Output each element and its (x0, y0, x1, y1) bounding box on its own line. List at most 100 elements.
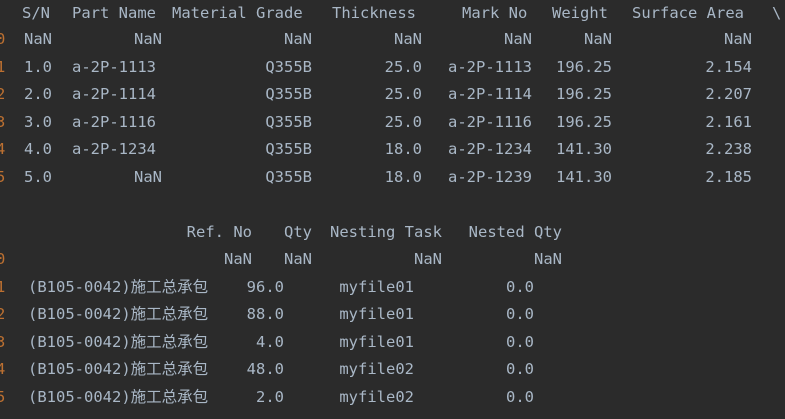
table-cell: 0.0 (506, 278, 534, 296)
row-index: 5 (0, 388, 6, 406)
row-index: 4 (0, 360, 6, 378)
table1-header-surface: Surface Area (632, 4, 744, 22)
table2-header-qty: Qty (284, 223, 312, 241)
table-cell: 196.25 (556, 113, 612, 131)
table-cell: NaN (134, 168, 162, 186)
table-cell: 2.0 (256, 388, 284, 406)
row-index: 1 (0, 278, 6, 296)
table-cell: 4.0 (256, 333, 284, 351)
table-cell: NaN (724, 30, 752, 48)
table-cell: 3.0 (24, 113, 52, 131)
table1-row: 3 3.0 a-2P-1116 Q355B 25.0 a-2P-1116 196… (0, 109, 785, 137)
table-cell: 5.0 (24, 168, 52, 186)
table-cell: NaN (224, 250, 252, 268)
table-cell: myfile01 (339, 333, 414, 351)
table-cell: a-2P-1114 (72, 85, 156, 103)
table1-row: 1 1.0 a-2P-1113 Q355B 25.0 a-2P-1113 196… (0, 54, 785, 82)
console-output: S/N Part Name Material Grade Thickness M… (0, 0, 785, 419)
table-cell: NaN (24, 30, 52, 48)
table-cell: 196.25 (556, 85, 612, 103)
table-cell: (B105-0042)施工总承包 (28, 360, 209, 378)
table-cell: Q355B (265, 85, 312, 103)
table-cell: Q355B (265, 140, 312, 158)
table-cell: 2.207 (705, 85, 752, 103)
table-cell: myfile02 (339, 388, 414, 406)
table-cell: myfile01 (339, 305, 414, 323)
table1-nan-row: 0 NaN NaN NaN NaN NaN NaN NaN (0, 26, 785, 54)
table2-nan-index: 0 (0, 250, 6, 268)
table-cell: a-2P-1116 (448, 113, 532, 131)
table-cell: a-2P-1239 (448, 168, 532, 186)
table2-header-nested-qty: Nested Qty (468, 223, 562, 241)
table2-row: 3 (B105-0042)施工总承包 4.0 myfile01 0.0 (0, 329, 785, 357)
table-cell: 25.0 (384, 58, 422, 76)
table-cell: 18.0 (384, 140, 422, 158)
table-cell: Q355B (265, 58, 312, 76)
table-cell: 48.0 (246, 360, 284, 378)
table-cell: NaN (394, 30, 422, 48)
table-cell: 4.0 (24, 140, 52, 158)
table1-header-row: S/N Part Name Material Grade Thickness M… (0, 0, 785, 28)
table-cell: 2.154 (705, 58, 752, 76)
table1-header-thickness: Thickness (332, 4, 416, 22)
table-cell: 196.25 (556, 58, 612, 76)
row-index: 4 (0, 140, 6, 158)
table-cell: NaN (584, 30, 612, 48)
table1-header-continuation: \ (772, 4, 782, 22)
table-cell: NaN (134, 30, 162, 48)
row-index: 3 (0, 113, 6, 131)
table1-header-mark-no: Mark No (462, 4, 528, 22)
table-cell: 88.0 (246, 305, 284, 323)
table-cell: (B105-0042)施工总承包 (28, 278, 209, 296)
table-cell: NaN (284, 250, 312, 268)
table-cell: 0.0 (506, 360, 534, 378)
table-cell: NaN (534, 250, 562, 268)
table2-nan-row: 0 NaN NaN NaN NaN (0, 246, 785, 274)
table-cell: 18.0 (384, 168, 422, 186)
table-cell: 2.238 (705, 140, 752, 158)
table-cell: Q355B (265, 168, 312, 186)
table-cell: 141.30 (556, 168, 612, 186)
table-cell: (B105-0042)施工总承包 (28, 388, 209, 406)
table1-row: 4 4.0 a-2P-1234 Q355B 18.0 a-2P-1234 141… (0, 136, 785, 164)
table-cell: myfile01 (339, 278, 414, 296)
table2-row: 2 (B105-0042)施工总承包 88.0 myfile01 0.0 (0, 301, 785, 329)
table1-header-sn: S/N (22, 4, 50, 22)
row-index: 2 (0, 305, 6, 323)
table-cell: NaN (504, 30, 532, 48)
table2-header-nesting-task: Nesting Task (330, 223, 442, 241)
table-cell: 25.0 (384, 113, 422, 131)
table2-row: 1 (B105-0042)施工总承包 96.0 myfile01 0.0 (0, 274, 785, 302)
table-cell: 0.0 (506, 305, 534, 323)
table1-header-weight: Weight (552, 4, 608, 22)
table2-header-ref-no: Ref. No (186, 223, 252, 241)
table-cell: 96.0 (246, 278, 284, 296)
table-cell: NaN (414, 250, 442, 268)
table2-row: 5 (B105-0042)施工总承包 2.0 myfile02 0.0 (0, 384, 785, 412)
table-cell: (B105-0042)施工总承包 (28, 305, 209, 323)
table-cell: myfile02 (339, 360, 414, 378)
table-cell: 0.0 (506, 388, 534, 406)
row-index: 3 (0, 333, 6, 351)
table-cell: 2.185 (705, 168, 752, 186)
table-cell: a-2P-1116 (72, 113, 156, 131)
table-cell: 2.161 (705, 113, 752, 131)
table-cell: 141.30 (556, 140, 612, 158)
table2-row: 4 (B105-0042)施工总承包 48.0 myfile02 0.0 (0, 356, 785, 384)
table-cell: Q355B (265, 113, 312, 131)
row-index: 2 (0, 85, 6, 103)
row-index: 1 (0, 58, 6, 76)
table-cell: a-2P-1234 (72, 140, 156, 158)
table-cell: a-2P-1113 (72, 58, 156, 76)
table1-row: 5 5.0 NaN Q355B 18.0 a-2P-1239 141.30 2.… (0, 164, 785, 192)
table-cell: 0.0 (506, 333, 534, 351)
table-cell: (B105-0042)施工总承包 (28, 333, 209, 351)
table2-header-row: Ref. No Qty Nesting Task Nested Qty (0, 219, 785, 247)
table1-row: 2 2.0 a-2P-1114 Q355B 25.0 a-2P-1114 196… (0, 81, 785, 109)
table1-nan-index: 0 (0, 30, 6, 48)
table1-header-part-name: Part Name (72, 4, 156, 22)
table-cell: a-2P-1234 (448, 140, 532, 158)
row-index: 5 (0, 168, 6, 186)
table-cell: NaN (284, 30, 312, 48)
table-cell: 25.0 (384, 85, 422, 103)
